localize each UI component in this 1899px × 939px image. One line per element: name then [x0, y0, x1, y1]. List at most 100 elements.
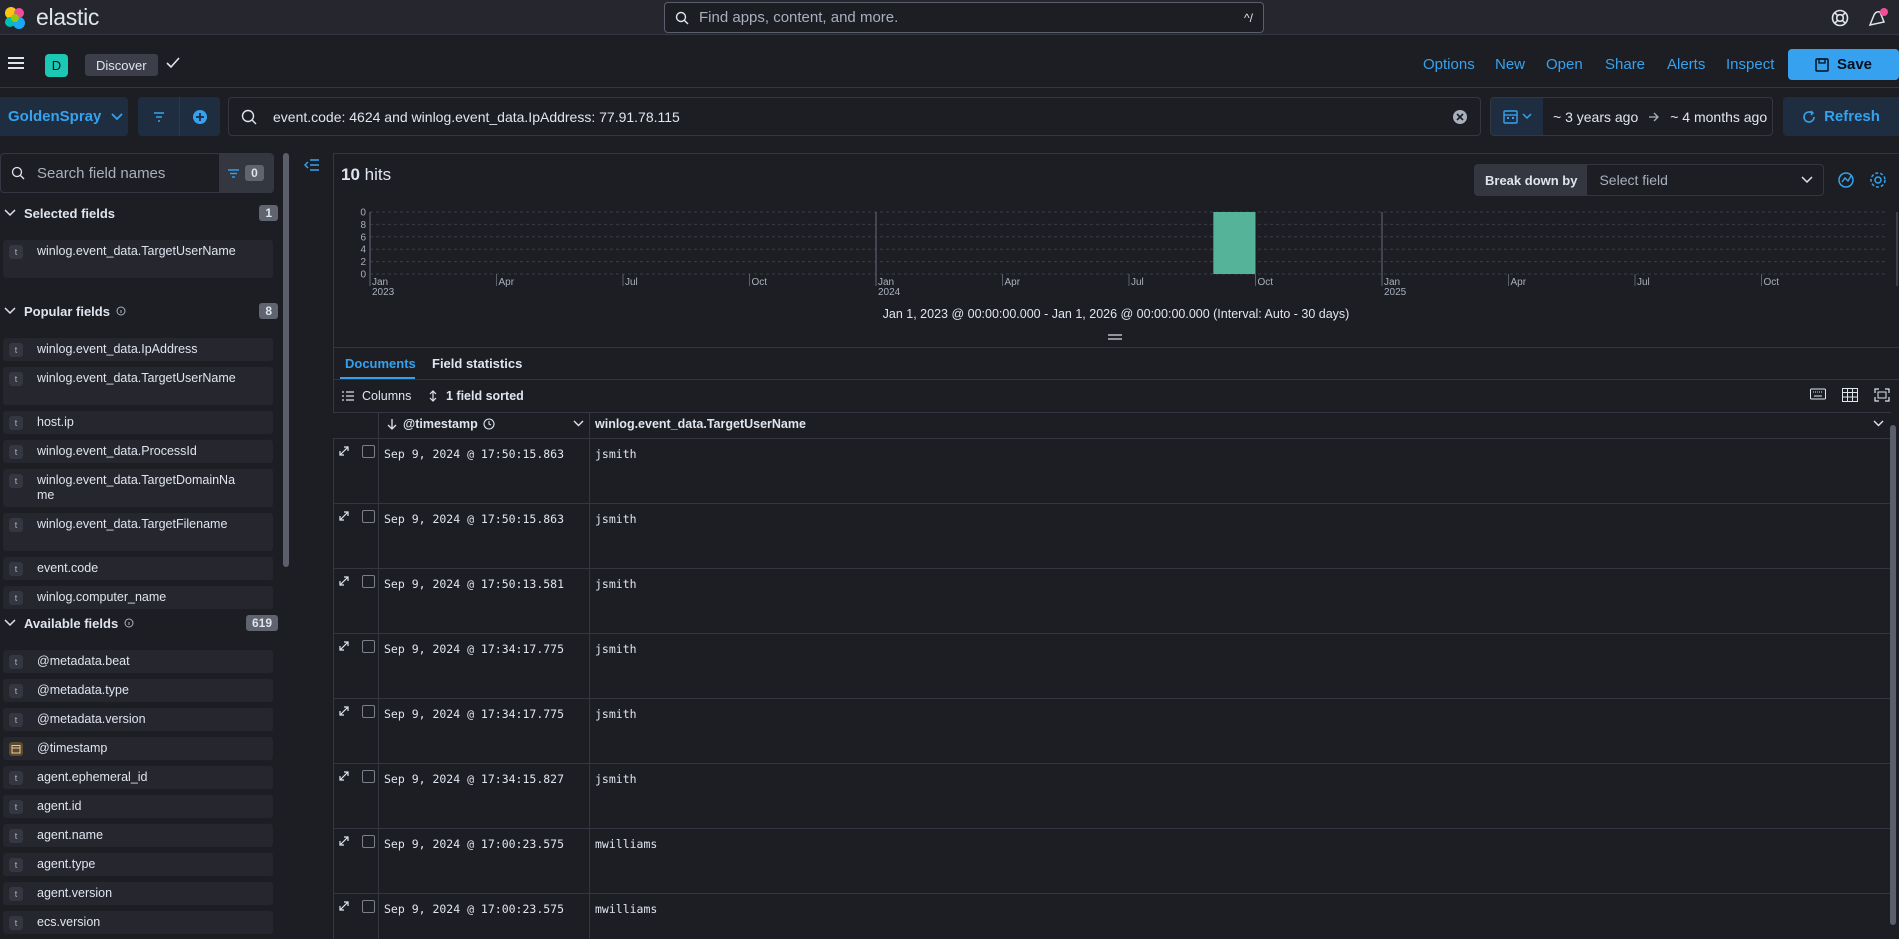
available-fields-count: 619 [245, 615, 278, 631]
expand-row-icon[interactable] [338, 835, 350, 847]
breadcrumb-discover[interactable]: Discover [85, 54, 158, 76]
table-row[interactable]: Sep 9, 2024 @ 17:34:17.775 jsmith [333, 634, 1891, 699]
sort-fields-button[interactable]: 1 field sorted [428, 389, 524, 403]
column-menu-chevron-icon[interactable] [573, 420, 584, 427]
field-search-input[interactable]: Search field names 0 [0, 153, 274, 193]
help-icon[interactable] [1830, 8, 1850, 28]
table-row[interactable]: Sep 9, 2024 @ 17:34:17.775 jsmith [333, 699, 1891, 764]
columns-button[interactable]: Columns [342, 389, 411, 403]
available-field-item[interactable]: t @metadata.type [3, 679, 273, 702]
available-field-item[interactable]: t agent.type [3, 853, 273, 876]
y-tick-label: 6 [360, 232, 366, 243]
expand-row-icon[interactable] [338, 445, 350, 457]
available-field-item[interactable]: t agent.id [3, 795, 273, 818]
resize-handle-icon[interactable] [1108, 334, 1122, 340]
column-menu-chevron-icon[interactable] [1873, 420, 1884, 427]
field-name: agent.version [37, 886, 113, 900]
date-end[interactable]: ~ 4 months ago [1670, 109, 1767, 125]
share-link[interactable]: Share [1605, 56, 1645, 73]
quick-menu-button[interactable] [1491, 98, 1543, 135]
available-field-item[interactable]: t agent.version [3, 882, 273, 905]
date-start[interactable]: ~ 3 years ago [1553, 109, 1638, 125]
gear-icon[interactable] [1869, 171, 1887, 189]
expand-row-icon[interactable] [338, 770, 350, 782]
row-select-checkbox[interactable] [362, 640, 375, 653]
global-search-input[interactable]: Find apps, content, and more. ^/ [664, 2, 1264, 33]
available-field-item[interactable]: t @metadata.version [3, 708, 273, 731]
popular-field-item[interactable]: t event.code [3, 557, 273, 580]
refresh-button[interactable]: Refresh [1783, 97, 1899, 136]
alerts-link[interactable]: Alerts [1667, 56, 1705, 73]
histogram-chart[interactable]: 1086420Jan2023AprJulOctJan2024AprJulOctJ… [360, 206, 1899, 298]
row-select-checkbox[interactable] [362, 835, 375, 848]
row-select-checkbox[interactable] [362, 575, 375, 588]
expand-row-icon[interactable] [338, 575, 350, 587]
clear-query-icon[interactable] [1452, 109, 1468, 125]
table-density-icon[interactable] [1842, 388, 1858, 402]
grid-scrollbar[interactable] [1890, 425, 1896, 925]
inspect-link[interactable]: Inspect [1726, 56, 1774, 73]
table-row[interactable]: Sep 9, 2024 @ 17:50:13.581 jsmith [333, 569, 1891, 634]
row-select-checkbox[interactable] [362, 900, 375, 913]
popular-field-item[interactable]: t winlog.event_data.TargetDomainName [3, 469, 273, 507]
selected-fields-header[interactable]: Selected fields 1 [0, 202, 278, 224]
chart-options-icon[interactable] [1837, 171, 1855, 189]
info-icon[interactable] [124, 618, 134, 628]
column-header-target-user[interactable]: winlog.event_data.TargetUserName [595, 417, 806, 431]
row-select-checkbox[interactable] [362, 510, 375, 523]
table-row[interactable]: Sep 9, 2024 @ 17:00:23.575 mwilliams [333, 829, 1891, 894]
field-type-filter-button[interactable]: 0 [219, 154, 273, 192]
x-tick-label: Jul [625, 277, 638, 288]
expand-row-icon[interactable] [338, 510, 350, 522]
popular-fields-header[interactable]: Popular fields 8 [0, 300, 278, 322]
table-row[interactable]: Sep 9, 2024 @ 17:50:15.863 jsmith [333, 439, 1891, 504]
tab-field-statistics[interactable]: Field statistics [432, 356, 522, 371]
popular-field-item[interactable]: t winlog.computer_name [3, 586, 273, 609]
available-field-item[interactable]: t @metadata.beat [3, 650, 273, 673]
options-link[interactable]: Options [1423, 56, 1475, 73]
table-row[interactable]: Sep 9, 2024 @ 17:34:15.827 jsmith [333, 764, 1891, 829]
data-view-picker[interactable]: GoldenSpray [0, 97, 128, 136]
fullscreen-icon[interactable] [1874, 388, 1890, 402]
kql-query-input[interactable]: event.code: 4624 and winlog.event_data.I… [228, 97, 1481, 136]
notifications-bell-icon[interactable] [1866, 7, 1890, 29]
row-select-checkbox[interactable] [362, 445, 375, 458]
filter-menu-button[interactable] [138, 97, 179, 136]
table-row[interactable]: Sep 9, 2024 @ 17:00:23.575 mwilliams [333, 894, 1891, 939]
available-field-item[interactable]: t agent.ephemeral_id [3, 766, 273, 789]
collapse-sidebar-icon[interactable] [304, 158, 320, 172]
table-row[interactable]: Sep 9, 2024 @ 17:50:15.863 jsmith [333, 504, 1891, 569]
popular-field-item[interactable]: t winlog.event_data.TargetUserName [3, 367, 273, 405]
available-field-item[interactable]: t agent.name [3, 824, 273, 847]
field-name: agent.ephemeral_id [37, 770, 148, 784]
available-fields-header[interactable]: Available fields 619 [0, 612, 278, 634]
selected-field-item[interactable]: t winlog.event_data.TargetUserName [3, 240, 273, 278]
open-link[interactable]: Open [1546, 56, 1583, 73]
breakdown-selector[interactable]: Break down by Select field [1474, 164, 1824, 196]
save-button[interactable]: Save [1788, 49, 1899, 80]
available-field-item[interactable]: @timestamp [3, 737, 273, 760]
info-icon[interactable] [116, 306, 126, 316]
y-tick-label: 4 [360, 245, 366, 256]
elastic-logo[interactable]: elastic [2, 4, 99, 31]
save-label: Save [1836, 56, 1873, 73]
tab-documents[interactable]: Documents [345, 356, 416, 371]
add-filter-button[interactable] [179, 97, 220, 136]
expand-row-icon[interactable] [338, 705, 350, 717]
available-field-item[interactable]: t ecs.version [3, 911, 273, 934]
expand-row-icon[interactable] [338, 900, 350, 912]
popular-field-item[interactable]: t winlog.event_data.IpAddress [3, 338, 273, 361]
popular-field-item[interactable]: t host.ip [3, 411, 273, 434]
keyboard-icon[interactable] [1810, 388, 1826, 400]
row-select-checkbox[interactable] [362, 770, 375, 783]
space-avatar[interactable]: D [45, 54, 68, 77]
popular-field-item[interactable]: t winlog.event_data.ProcessId [3, 440, 273, 463]
expand-row-icon[interactable] [338, 640, 350, 652]
popular-field-item[interactable]: t winlog.event_data.TargetFilename [3, 513, 273, 551]
hamburger-menu-icon[interactable] [8, 56, 24, 70]
row-select-checkbox[interactable] [362, 705, 375, 718]
column-header-timestamp[interactable]: @timestamp [386, 417, 495, 431]
new-link[interactable]: New [1495, 56, 1525, 73]
selected-fields-title: Selected fields [24, 205, 116, 221]
sidebar-scrollbar[interactable] [283, 153, 289, 567]
